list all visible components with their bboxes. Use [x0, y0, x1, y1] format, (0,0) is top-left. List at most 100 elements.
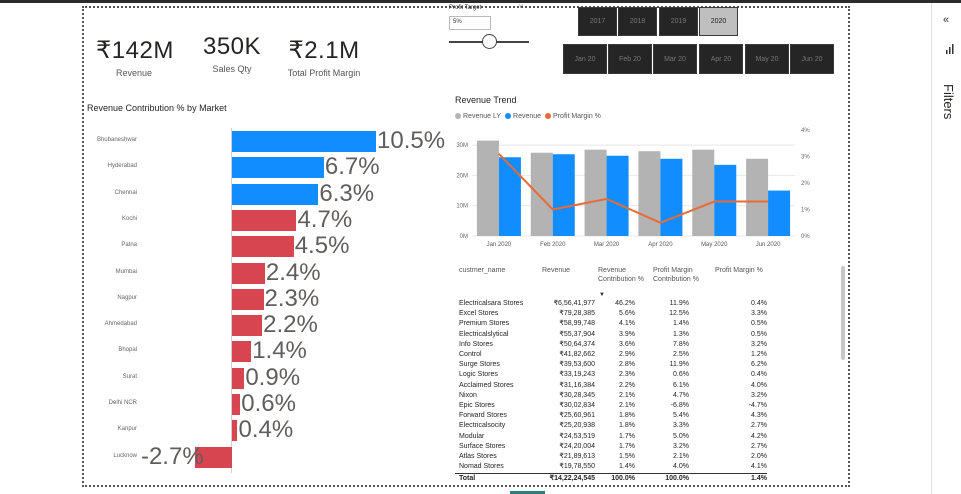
- chevron-down-icon[interactable]: ˅: [519, 4, 523, 11]
- table-row[interactable]: Info Stores ₹50,64,374 3.6% 7.8% 3.2%: [455, 340, 767, 350]
- column-header-profit-margin[interactable]: Profit Margin %: [715, 266, 763, 275]
- market-bar[interactable]: [232, 236, 294, 258]
- bar-revenue[interactable]: [714, 164, 737, 236]
- table-cell: Info Stores: [459, 340, 493, 348]
- bar-revenue-ly[interactable]: [638, 151, 661, 236]
- table-row[interactable]: Acclaimed Stores ₹31,16,384 2.2% 6.1% 4.0%: [455, 381, 767, 391]
- market-row[interactable]: Chennai 6.3%: [84, 180, 464, 207]
- market-bar[interactable]: [232, 420, 238, 442]
- market-bar[interactable]: [232, 367, 245, 389]
- market-bar[interactable]: [232, 157, 324, 179]
- legend-item-revenue-ly[interactable]: Revenue LY: [455, 113, 501, 120]
- market-row[interactable]: Nagpur 2.3%: [84, 285, 464, 312]
- bar-revenue[interactable]: [498, 157, 521, 236]
- filters-label[interactable]: Filters: [941, 84, 956, 119]
- market-row[interactable]: Patna 4.5%: [84, 232, 464, 259]
- bar-revenue-ly[interactable]: [476, 140, 499, 236]
- table-total-row[interactable]: Total ₹14,22,24,545 100.0% 100.0% 1.4%: [455, 473, 767, 483]
- legend-item-revenue[interactable]: Revenue: [505, 113, 541, 120]
- table-row[interactable]: Atlas Stores ₹21,89,613 1.5% 2.1% 2.0%: [455, 452, 767, 462]
- market-row[interactable]: Bhopal 1.4%: [84, 337, 464, 364]
- bar-revenue[interactable]: [606, 155, 629, 236]
- market-row[interactable]: Kanpur 0.4%: [84, 416, 464, 443]
- month-button[interactable]: Apr 20: [699, 44, 743, 74]
- table-cell: 3.2%: [751, 391, 767, 399]
- market-row[interactable]: Delhi NCR 0.6%: [84, 390, 464, 417]
- bar-revenue-ly[interactable]: [692, 149, 715, 236]
- table-cell: 3.3%: [673, 422, 689, 430]
- market-bar[interactable]: [232, 394, 241, 415]
- table-cell: 3.9%: [619, 330, 635, 338]
- table-row[interactable]: Surge Stores ₹39,53,600 2.8% 11.9% 6.2%: [455, 360, 767, 370]
- market-row[interactable]: Hyderabad 6.7%: [84, 153, 464, 180]
- market-bar[interactable]: [232, 183, 319, 205]
- chevrons-left-icon[interactable]: «: [943, 14, 949, 26]
- year-button-2019[interactable]: 2019: [659, 7, 698, 36]
- table-row[interactable]: Control ₹41,82,662 2.9% 2.5% 1.2%: [455, 350, 767, 360]
- year-button-2020[interactable]: 2020: [699, 7, 738, 36]
- year-button-2018[interactable]: 2018: [618, 7, 657, 36]
- table-cell: 1.4%: [751, 475, 767, 483]
- month-button[interactable]: Feb 20: [608, 44, 652, 74]
- market-row[interactable]: Bhubaneshwar 10.5%: [84, 127, 464, 154]
- sort-descending-icon[interactable]: ▼: [599, 292, 605, 298]
- profit-target-input[interactable]: 5%: [449, 16, 491, 30]
- month-button[interactable]: Jun 20: [790, 44, 834, 74]
- kpi-revenue: ₹142M Revenue: [96, 36, 173, 78]
- table-row[interactable]: Nomad Stores ₹19,78,550 1.4% 4.0% 4.1%: [455, 462, 767, 472]
- revenue-contribution-title: Revenue Contribution % by Market: [87, 103, 227, 113]
- bar-chart-icon[interactable]: [946, 44, 954, 54]
- month-button[interactable]: Mar 20: [653, 44, 697, 74]
- table-cell: 2.1%: [619, 391, 635, 399]
- bar-revenue[interactable]: [552, 154, 575, 236]
- market-label: Ahmedabad: [104, 321, 137, 328]
- table-row[interactable]: Electricalsocity ₹25,20,938 1.8% 3.3% 2.7%: [455, 421, 767, 431]
- column-header-customer[interactable]: custmer_name: [459, 266, 505, 275]
- table-cell: 2.1%: [619, 402, 635, 409]
- year-button-2017[interactable]: 2017: [578, 7, 617, 36]
- y-tick-label: 30M: [456, 143, 468, 149]
- table-scrollbar[interactable]: [841, 266, 845, 360]
- month-button[interactable]: May 20: [745, 44, 789, 74]
- kpi-value: ₹2.1M: [288, 37, 360, 64]
- table-cell: 46.2%: [615, 300, 635, 307]
- bar-revenue[interactable]: [660, 158, 683, 236]
- bar-revenue-ly[interactable]: [746, 158, 769, 236]
- bar-revenue-ly[interactable]: [530, 152, 553, 236]
- table-row[interactable]: Premium Stores ₹58,99,748 4.1% 1.4% 0.5%: [455, 319, 767, 329]
- market-bar[interactable]: [232, 315, 263, 337]
- market-label: Kanpur: [117, 426, 137, 433]
- market-row[interactable]: Mumbai 2.4%: [84, 259, 464, 286]
- table-cell: 4.2%: [751, 432, 767, 440]
- table-row[interactable]: Epic Stores ₹30,02,834 2.1% -6.8% -4.7%: [455, 401, 767, 411]
- table-row[interactable]: Forward Stores ₹25,60,961 1.8% 5.4% 4.3%: [455, 411, 767, 421]
- column-header-profit-margin-contribution[interactable]: Profit Margin Contribution %: [653, 266, 713, 284]
- table-row[interactable]: Surface Stores ₹24,20,004 1.7% 3.2% 2.7%: [455, 442, 767, 452]
- market-bar[interactable]: [232, 288, 264, 310]
- table-cell: Acclaimed Stores: [459, 381, 514, 389]
- table-row[interactable]: Electricalslytical ₹55,37,904 3.9% 1.3% 0.5%: [455, 330, 767, 340]
- month-button[interactable]: Jan 20: [563, 44, 607, 74]
- column-header-revenue[interactable]: Revenue: [542, 266, 570, 275]
- market-bar[interactable]: [232, 131, 376, 152]
- legend-item-profit-margin[interactable]: Profit Margin %: [545, 113, 601, 120]
- profit-target-slider-thumb[interactable]: [482, 34, 497, 49]
- market-bar[interactable]: [232, 341, 252, 363]
- bar-revenue-ly[interactable]: [584, 149, 607, 236]
- x-tick-label: Mar 2020: [594, 242, 620, 248]
- column-header-revenue-contribution[interactable]: Revenue Contribution %: [598, 266, 650, 284]
- table-row[interactable]: Logic Stores ₹33,19,243 2.3% 0.6% 0.4%: [455, 370, 767, 380]
- table-row[interactable]: Excel Stores ₹79,28,385 5.6% 12.5% 3.3%: [455, 309, 767, 319]
- market-row[interactable]: Surat 0.9%: [84, 364, 464, 391]
- market-row[interactable]: Ahmedabad 2.2%: [84, 311, 464, 338]
- table-row[interactable]: Modular ₹24,53,519 1.7% 5.0% 4.2%: [455, 432, 767, 442]
- market-bar[interactable]: [232, 209, 297, 231]
- market-row[interactable]: Lucknow -2.7%: [84, 443, 464, 470]
- legend-label: Revenue: [513, 113, 542, 120]
- market-bar[interactable]: [232, 262, 265, 284]
- table-cell: 11.9%: [669, 300, 689, 307]
- bar-revenue[interactable]: [768, 190, 791, 236]
- market-row[interactable]: Kochi 4.7%: [84, 206, 464, 233]
- table-row[interactable]: Electricalsara Stores ₹6,56,41,977 46.2% 11…: [455, 299, 767, 309]
- table-row[interactable]: Nixon ₹30,28,345 2.1% 4.7% 3.2%: [455, 391, 767, 401]
